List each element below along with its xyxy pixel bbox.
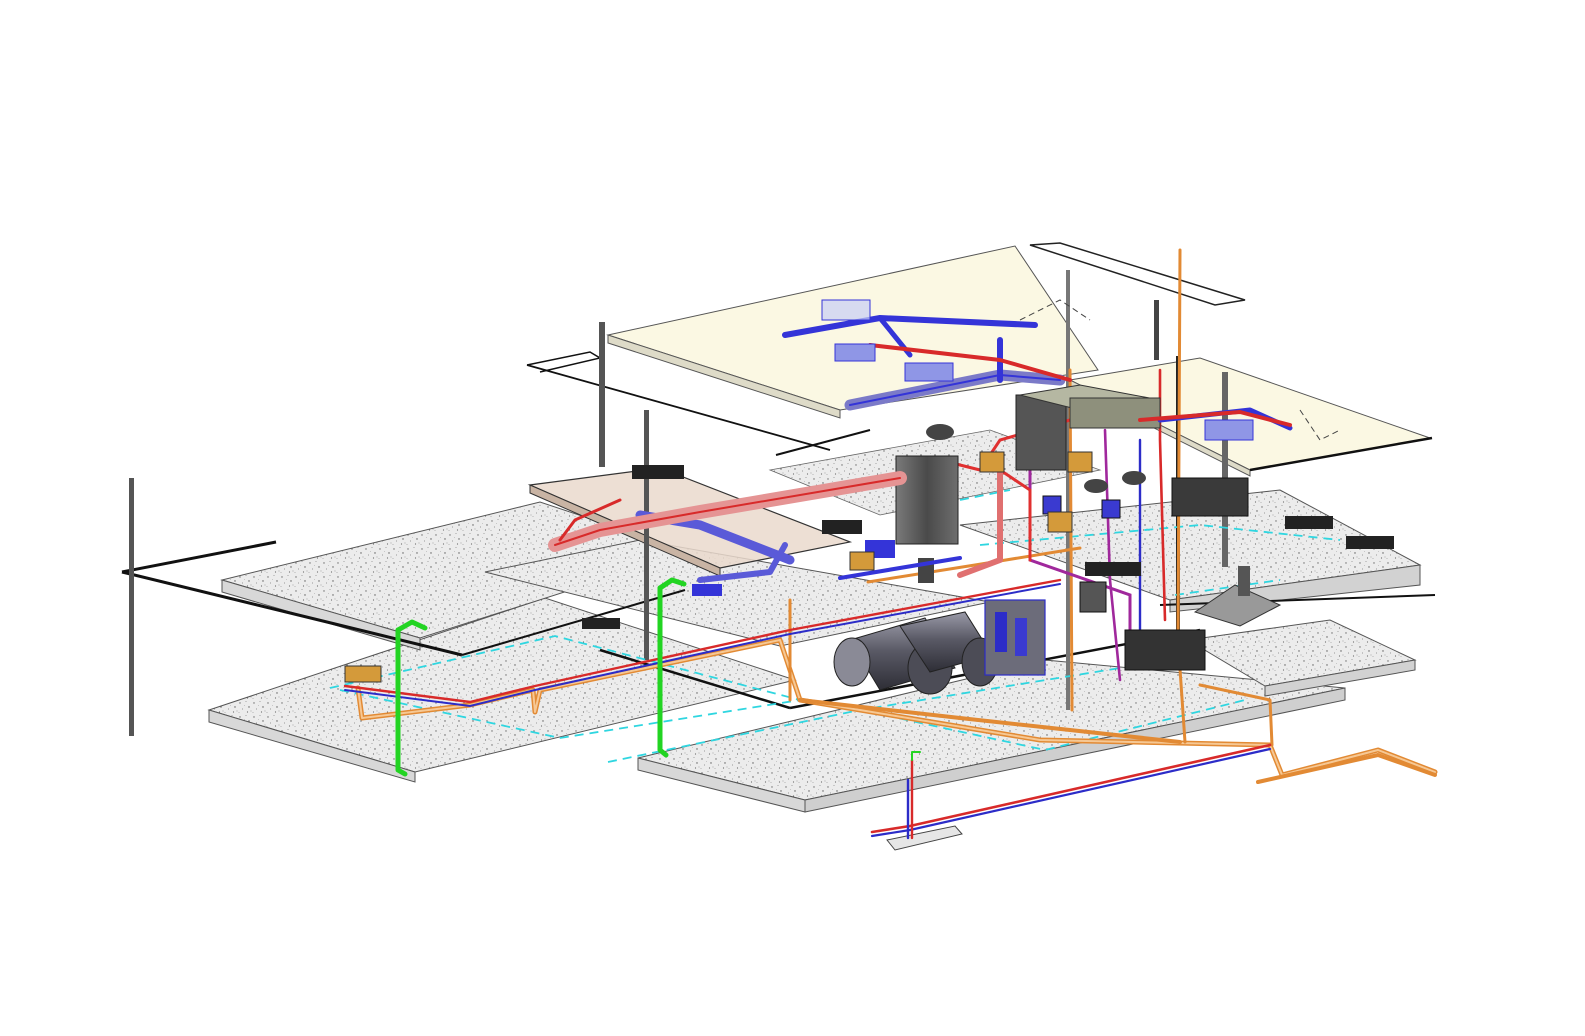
pump-motor xyxy=(1084,479,1108,493)
small-footing xyxy=(886,825,963,851)
pump-motor xyxy=(926,424,954,440)
control-panel xyxy=(1042,495,1062,515)
pump-body xyxy=(1047,511,1073,533)
ahu-housing xyxy=(1069,397,1161,429)
column xyxy=(1222,372,1228,567)
column xyxy=(644,410,649,660)
convector xyxy=(582,618,620,629)
convector xyxy=(1346,536,1394,549)
ahu-body xyxy=(895,455,959,545)
ahu-body xyxy=(1015,394,1067,471)
pump xyxy=(995,612,1007,652)
fan-coil xyxy=(692,584,722,596)
grid-line xyxy=(775,429,871,456)
grid-line xyxy=(121,540,277,574)
column xyxy=(129,478,134,736)
vent-stack xyxy=(1154,300,1159,360)
column xyxy=(599,322,605,467)
tank-end xyxy=(833,637,871,687)
convector xyxy=(1085,562,1141,576)
fan-coil xyxy=(904,362,954,382)
pump-body xyxy=(849,551,875,571)
mep-isometric-diagram xyxy=(121,242,1438,851)
convector xyxy=(632,465,684,479)
exhaust-duct xyxy=(1238,566,1250,596)
pump-body xyxy=(979,451,1005,473)
fan-coil xyxy=(821,299,871,321)
boiler xyxy=(1124,629,1206,671)
pump-motor xyxy=(1122,471,1146,485)
chiller xyxy=(1171,477,1249,517)
water-heater xyxy=(344,665,382,683)
roof-parapet xyxy=(1029,242,1246,306)
pump-body xyxy=(1067,451,1093,473)
fan-coil xyxy=(1204,419,1254,441)
convector xyxy=(822,520,862,534)
control-panel xyxy=(1079,581,1107,613)
pump xyxy=(1015,618,1027,656)
roof-main-top xyxy=(606,245,1099,411)
control-panel xyxy=(1101,499,1121,519)
convector xyxy=(1285,516,1333,529)
fan-coil xyxy=(834,343,876,362)
